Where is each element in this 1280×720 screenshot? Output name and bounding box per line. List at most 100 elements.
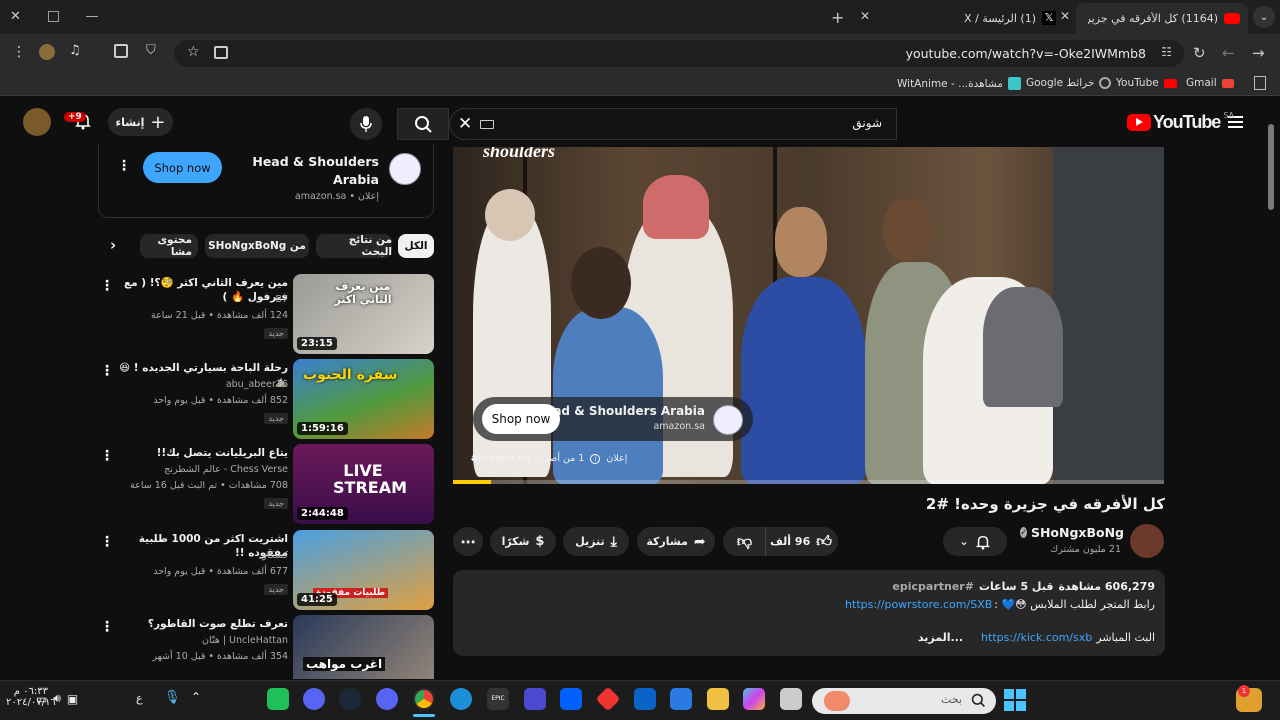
video-thumbnail[interactable]: سفرة الجنوب 1:59:16 [293,359,434,439]
shield-icon[interactable]: ⛉ [146,43,156,58]
clock[interactable]: ٠٦:٣٣ م ٢٠٢٤/٠٧/١٦ [6,686,56,708]
minimize-window-icon[interactable] [86,16,98,17]
steam-icon[interactable] [339,688,361,710]
description-box[interactable]: 606,279 مشاهدة قبل 5 ساعات #epicpartner … [453,570,1165,656]
show-hidden-icons[interactable]: ⌃ [191,690,201,704]
person-head [883,199,931,261]
chip-from-channel[interactable]: من SHoNgxBoNg [205,234,309,258]
download-button[interactable]: ⤓ تنزيل [563,527,629,556]
search-input[interactable]: ✕ شونق [449,108,897,140]
video-menu-icon[interactable]: ⋮ [100,363,114,379]
video-menu-icon[interactable]: ⋮ [100,619,114,635]
taskbar-app-icon[interactable] [780,688,802,710]
epic-games-icon[interactable]: EPIC [487,688,509,710]
discord-icon[interactable] [376,688,398,710]
copilot-icon[interactable] [743,688,765,710]
chrome-icon[interactable] [413,688,435,710]
input-language[interactable]: ع [136,692,143,705]
media-control-icon[interactable]: ♫ [69,43,81,58]
taskbar-app-icon[interactable] [267,688,289,710]
bookmark-star-icon[interactable]: ☆ [187,44,200,60]
like-button[interactable]: 👍︎ 96 ألف [764,527,837,556]
chip-search-results[interactable]: من نتائج البحث [316,234,392,258]
ad-domain-footer[interactable]: amazon.sa [471,453,531,464]
voice-search-button[interactable] [350,108,382,140]
recommended-video-4[interactable]: طلبيات مفقودة 41:25 اشتريت اكثر من 1000 … [98,530,434,610]
video-thumbnail[interactable]: LIVE STREAM 2:44:48 [293,444,434,524]
chip-related[interactable]: محتوى مشا [140,234,198,258]
install-app-icon[interactable] [214,46,228,59]
chips-next-icon[interactable]: › [110,236,116,254]
bookmark-gmail[interactable]: Gmail [1186,77,1234,89]
video-player[interactable]: shoulders Head & Shoulders Arabia amazon… [453,147,1164,484]
browser-menu-icon[interactable]: ⋮ [12,44,26,60]
tab-youtube-active[interactable]: (1164) كل الأفرقه في جزيرة وحده [1076,3,1248,34]
show-more-link[interactable]: ...المزيد [918,631,963,644]
recommended-video-2[interactable]: سفرة الجنوب 1:59:16 رحلة الباحة بسيارتي … [98,359,434,439]
search-button[interactable] [397,108,449,140]
progress-bar[interactable] [453,480,1164,484]
dislike-button[interactable]: 👎︎ [725,527,765,556]
reload-icon[interactable]: ↻ [1193,44,1206,62]
sidebar-ad-card[interactable]: Head & Shoulders Arabia إعلان • amazon.s… [98,144,434,218]
hashtag-link[interactable]: #epicpartner [892,580,974,593]
bookmark-google-maps[interactable]: خرائط Google [1026,77,1112,89]
video-menu-icon[interactable]: ⋮ [100,534,114,550]
keyboard-icon[interactable] [480,120,494,129]
video-thumbnail[interactable]: طلبيات مفقودة 41:25 [293,530,434,610]
maximize-window-icon[interactable] [48,11,59,22]
taskbar-app-icon[interactable] [524,688,546,710]
chip-all[interactable]: الكل [398,234,434,258]
page-scrollbar[interactable] [1268,100,1276,680]
outlook-icon[interactable] [634,688,656,710]
back-icon[interactable]: → [1252,44,1265,62]
discord-icon[interactable] [303,688,325,710]
channel-name-row[interactable]: ✓ SHoNgxBoNg [1020,525,1124,540]
video-thumbnail[interactable]: مين يعرف الثاني اكثر 23:15 [293,274,434,354]
recommended-video-5[interactable]: اغرب مواهب تعرف تطلع صوت القاطور؟ UncleH… [98,615,434,679]
forward-icon[interactable]: ← [1222,44,1235,62]
bookmark-youtube[interactable]: YouTube [1116,77,1177,89]
start-button[interactable] [1004,689,1026,711]
tab-x-home[interactable]: 𝕏 (1) الرئيسة / X [876,5,1064,31]
store-link[interactable]: https://powrstore.com/SXB [845,598,992,611]
ad-menu-icon[interactable]: ⋮ [117,158,131,174]
info-icon[interactable]: i [590,453,601,464]
video-menu-icon[interactable]: ⋮ [100,448,114,464]
thanks-button[interactable]: $ شكرًا [490,527,556,556]
file-explorer-icon[interactable] [707,688,729,710]
extensions-icon[interactable] [114,44,128,58]
edge-icon[interactable] [450,688,472,710]
store-icon[interactable] [670,688,692,710]
dropbox-icon[interactable] [560,688,582,710]
tab-search-icon[interactable]: ⌄ [1253,6,1275,28]
profile-avatar[interactable] [39,44,55,60]
close-window-icon[interactable]: ✕ [10,9,26,25]
youtube-logo[interactable]: YouTube SA [1127,111,1234,133]
more-actions-icon[interactable]: ⋯ [453,527,483,556]
create-button[interactable]: + إنشاء [108,108,173,136]
share-button[interactable]: ➦ مشاركة [637,527,715,556]
taskbar-search[interactable]: بحث [812,688,996,714]
kick-link[interactable]: https://kick.com/sxb [981,631,1092,644]
video-menu-icon[interactable]: ⋮ [100,278,114,294]
account-avatar[interactable] [23,108,51,136]
scrollbar-thumb[interactable] [1268,124,1274,210]
channel-avatar[interactable] [1130,524,1164,558]
address-bar[interactable]: ☆ youtube.com/watch?v=-Oke2IWMmb8 ☷ [174,40,1184,67]
microphone-icon[interactable]: 🎙︎ [164,690,181,705]
subscribed-button[interactable]: ⌄ [943,527,1007,556]
video-thumbnail[interactable]: اغرب مواهب [293,615,434,679]
recommended-video-1[interactable]: مين يعرف الثاني اكثر 23:15 مين يعرف الثا… [98,274,434,354]
close-active-tab-icon[interactable]: ✕ [1060,9,1070,23]
clear-search-icon[interactable]: ✕ [458,114,472,134]
all-bookmarks-icon[interactable] [1254,76,1266,90]
ad-shop-now-button[interactable]: Shop now [482,404,560,434]
bookmark-witanime[interactable]: مشاهدة... - WitAnime [897,77,1021,90]
recommended-video-3[interactable]: LIVE STREAM 2:44:48 يتاع البريليانت يتصل… [98,444,434,524]
close-tab-icon[interactable]: ✕ [860,9,870,23]
sidebar-shop-now-button[interactable]: Shop now [143,152,222,183]
new-tab-icon[interactable]: + [831,8,844,27]
ad-overlay-card[interactable]: Head & Shoulders Arabia amazon.sa Shop n… [473,397,753,441]
site-settings-icon[interactable]: ☷ [1161,45,1172,59]
